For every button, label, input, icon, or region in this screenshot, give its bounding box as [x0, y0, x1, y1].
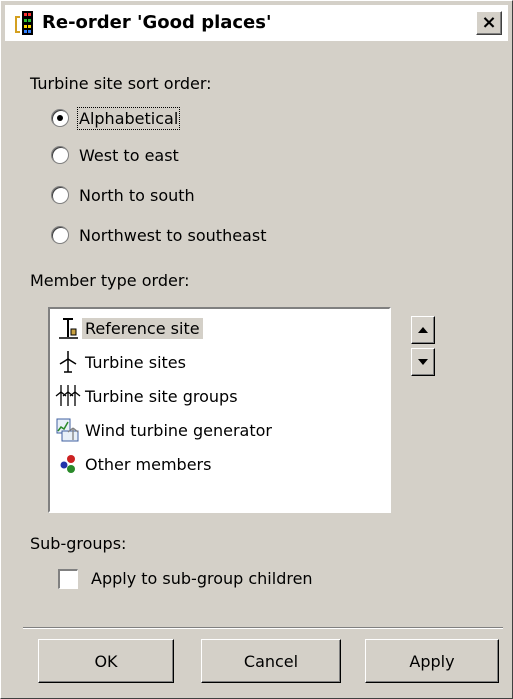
list-item-other-members[interactable]: Other members: [54, 449, 214, 479]
radio-button[interactable]: [51, 109, 69, 127]
button-separator: [23, 627, 503, 629]
list-item-label: Other members: [85, 454, 212, 474]
member-type-listbox[interactable]: Reference site Turbine sites Turbine sit…: [48, 307, 391, 513]
radio-label: North to south: [79, 185, 195, 205]
turbine-group-icon: [54, 383, 82, 409]
radio-label: West to east: [79, 145, 179, 165]
apply-to-children-label[interactable]: Apply to sub-group children: [91, 569, 313, 588]
ok-button-label: OK: [94, 651, 118, 671]
list-item-label: Turbine site groups: [85, 386, 238, 406]
radio-selected-dot: [57, 115, 63, 121]
move-down-button[interactable]: [411, 348, 435, 376]
wind-turbine-generator-icon: [54, 417, 82, 443]
title-bar[interactable]: Re-order 'Good places' ×: [5, 5, 508, 41]
turbine-site-icon: [54, 349, 82, 375]
sort-order-label: Turbine site sort order:: [30, 74, 212, 93]
apply-to-children-checkbox[interactable]: [58, 569, 78, 589]
close-button[interactable]: ×: [476, 11, 502, 35]
radio-label: Northwest to southeast: [79, 225, 267, 245]
radio-alphabetical[interactable]: Alphabetical: [51, 105, 181, 131]
close-icon: ×: [481, 12, 497, 33]
apply-button[interactable]: Apply: [365, 639, 499, 683]
app-icon: [15, 11, 33, 35]
member-order-label: Member type order:: [30, 271, 190, 290]
dialog-title: Re-order 'Good places': [42, 12, 272, 33]
other-members-icon: [54, 451, 82, 477]
list-item-turbine-site-groups[interactable]: Turbine site groups: [54, 381, 241, 411]
radio-button[interactable]: [51, 186, 69, 204]
radio-button[interactable]: [51, 226, 69, 244]
move-up-button[interactable]: [411, 316, 435, 344]
arrow-down-icon: [418, 359, 428, 365]
reference-site-icon: [54, 315, 82, 341]
cancel-button-label: Cancel: [243, 651, 299, 671]
list-item-turbine-sites[interactable]: Turbine sites: [54, 347, 189, 377]
ok-button[interactable]: OK: [38, 639, 174, 683]
apply-button-label: Apply: [409, 651, 455, 671]
radio-west-to-east[interactable]: West to east: [51, 142, 179, 168]
cancel-button[interactable]: Cancel: [201, 639, 341, 683]
radio-button[interactable]: [51, 146, 69, 164]
radio-northwest-to-southeast[interactable]: Northwest to southeast: [51, 222, 266, 248]
radio-label: Alphabetical: [76, 106, 181, 130]
arrow-up-icon: [418, 327, 428, 333]
list-item-wind-turbine-generator[interactable]: Wind turbine generator: [54, 415, 275, 445]
list-item-reference-site[interactable]: Reference site: [54, 313, 203, 343]
radio-north-to-south[interactable]: North to south: [51, 182, 195, 208]
list-item-label: Turbine sites: [85, 352, 186, 372]
subgroups-label: Sub-groups:: [30, 534, 127, 553]
list-item-label: Wind turbine generator: [85, 420, 272, 440]
list-item-label: Reference site: [82, 317, 203, 339]
dialog-window: Re-order 'Good places' × Turbine site so…: [0, 0, 513, 699]
